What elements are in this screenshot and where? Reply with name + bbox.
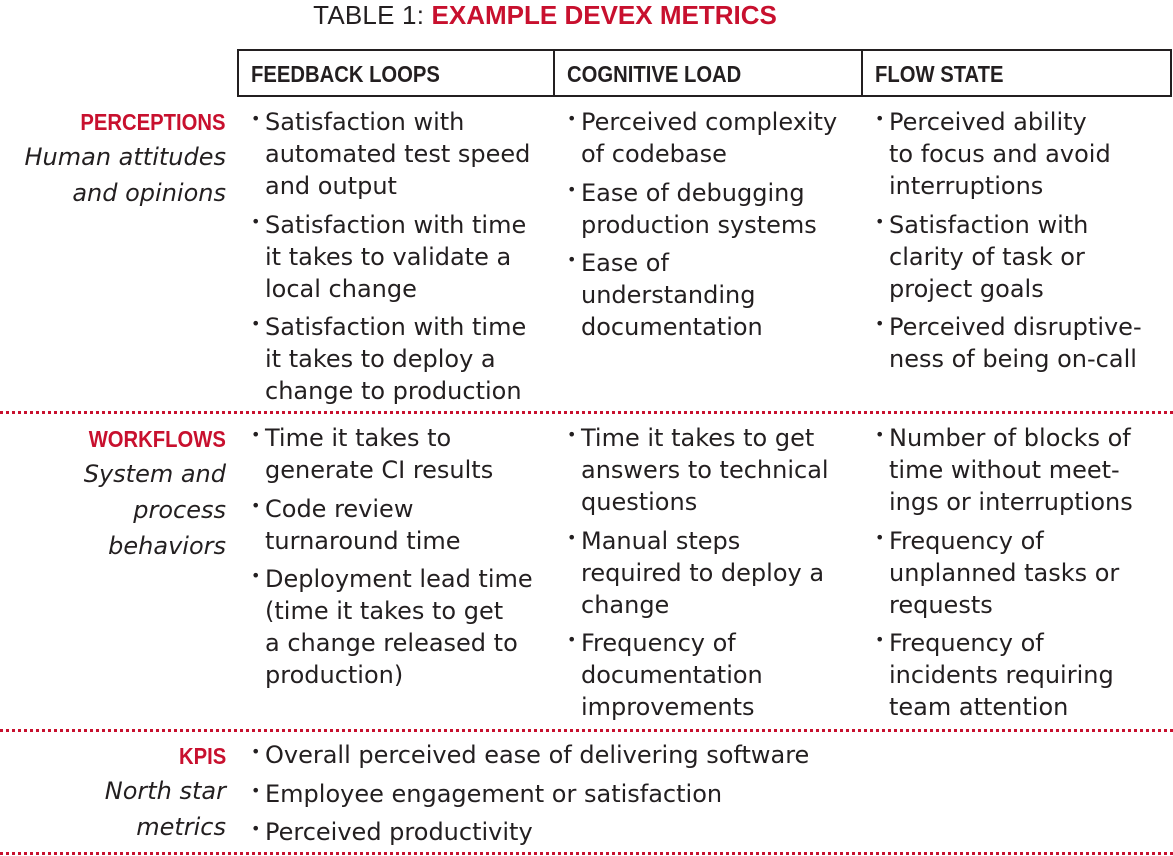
list-item: Perceived complexity of codebase	[567, 106, 837, 170]
cell-kpis: Overall perceived ease of delivering sof…	[251, 739, 809, 855]
table-title: TABLE 1: EXAMPLE DEVEX METRICS	[0, 0, 1090, 32]
row-subtitle: System and process behaviors	[83, 460, 226, 560]
list-item: Frequency of documentation improvements	[567, 627, 829, 723]
cell-workflows-feedback-loops: Time it takes to generate CI results Cod…	[251, 422, 533, 698]
list-item: Satisfaction with automated test speed a…	[251, 106, 530, 202]
row-label-workflows: WORKFLOWS System and process behaviors	[70, 422, 226, 564]
list-item: Perceived ability to focus and avoid int…	[875, 106, 1142, 202]
column-header-cognitive-load: COGNITIVE LOAD	[567, 61, 742, 87]
row-subtitle: Human attitudes and opinions	[24, 143, 226, 207]
list-item: Satisfaction with clarity of task or pro…	[875, 209, 1142, 305]
row-subtitle: North star metrics	[104, 777, 226, 841]
row-label-perceptions: PERCEPTIONS Human attitudes and opinions	[24, 105, 226, 211]
column-divider	[861, 49, 863, 97]
list-item: Number of blocks of time without meet- i…	[875, 422, 1133, 518]
list-item: Satisfaction with time it takes to deplo…	[251, 311, 530, 407]
column-header-flow-state: FLOW STATE	[875, 61, 1004, 87]
cell-perceptions-feedback-loops: Satisfaction with automated test speed a…	[251, 106, 530, 414]
row-divider	[0, 852, 1173, 855]
row-divider	[0, 729, 1173, 732]
list-item: Perceived productivity	[251, 816, 809, 848]
column-divider	[553, 49, 555, 97]
list-item: Time it takes to generate CI results	[251, 422, 533, 486]
row-category: KPIS	[178, 743, 226, 769]
table-title-text: EXAMPLE DEVEX METRICS	[431, 0, 777, 30]
list-item: Manual steps required to deploy a change	[567, 525, 829, 621]
column-header-feedback-loops: FEEDBACK LOOPS	[251, 61, 440, 87]
row-divider	[0, 411, 1173, 414]
list-item: Deployment lead time (time it takes to g…	[251, 563, 533, 691]
cell-perceptions-cognitive-load: Perceived complexity of codebase Ease of…	[567, 106, 837, 350]
row-category: WORKFLOWS	[88, 426, 226, 452]
row-label-kpis: KPIS North star metrics	[105, 739, 226, 845]
list-item: Code review turnaround time	[251, 493, 533, 557]
list-item: Frequency of unplanned tasks or requests	[875, 525, 1133, 621]
row-category: PERCEPTIONS	[80, 109, 226, 135]
list-item: Perceived disruptive- ness of being on-c…	[875, 311, 1142, 375]
cell-workflows-flow-state: Number of blocks of time without meet- i…	[875, 422, 1133, 730]
list-item: Employee engagement or satisfaction	[251, 778, 809, 810]
list-item: Satisfaction with time it takes to valid…	[251, 209, 530, 305]
list-item: Time it takes to get answers to technica…	[567, 422, 829, 518]
list-item: Ease of understanding documentation	[567, 247, 837, 343]
list-item: Overall perceived ease of delivering sof…	[251, 739, 809, 771]
cell-perceptions-flow-state: Perceived ability to focus and avoid int…	[875, 106, 1142, 382]
list-item: Frequency of incidents requiring team at…	[875, 627, 1133, 723]
table-number: TABLE 1:	[313, 0, 432, 30]
list-item: Ease of debugging production systems	[567, 177, 837, 241]
cell-workflows-cognitive-load: Time it takes to get answers to technica…	[567, 422, 829, 730]
